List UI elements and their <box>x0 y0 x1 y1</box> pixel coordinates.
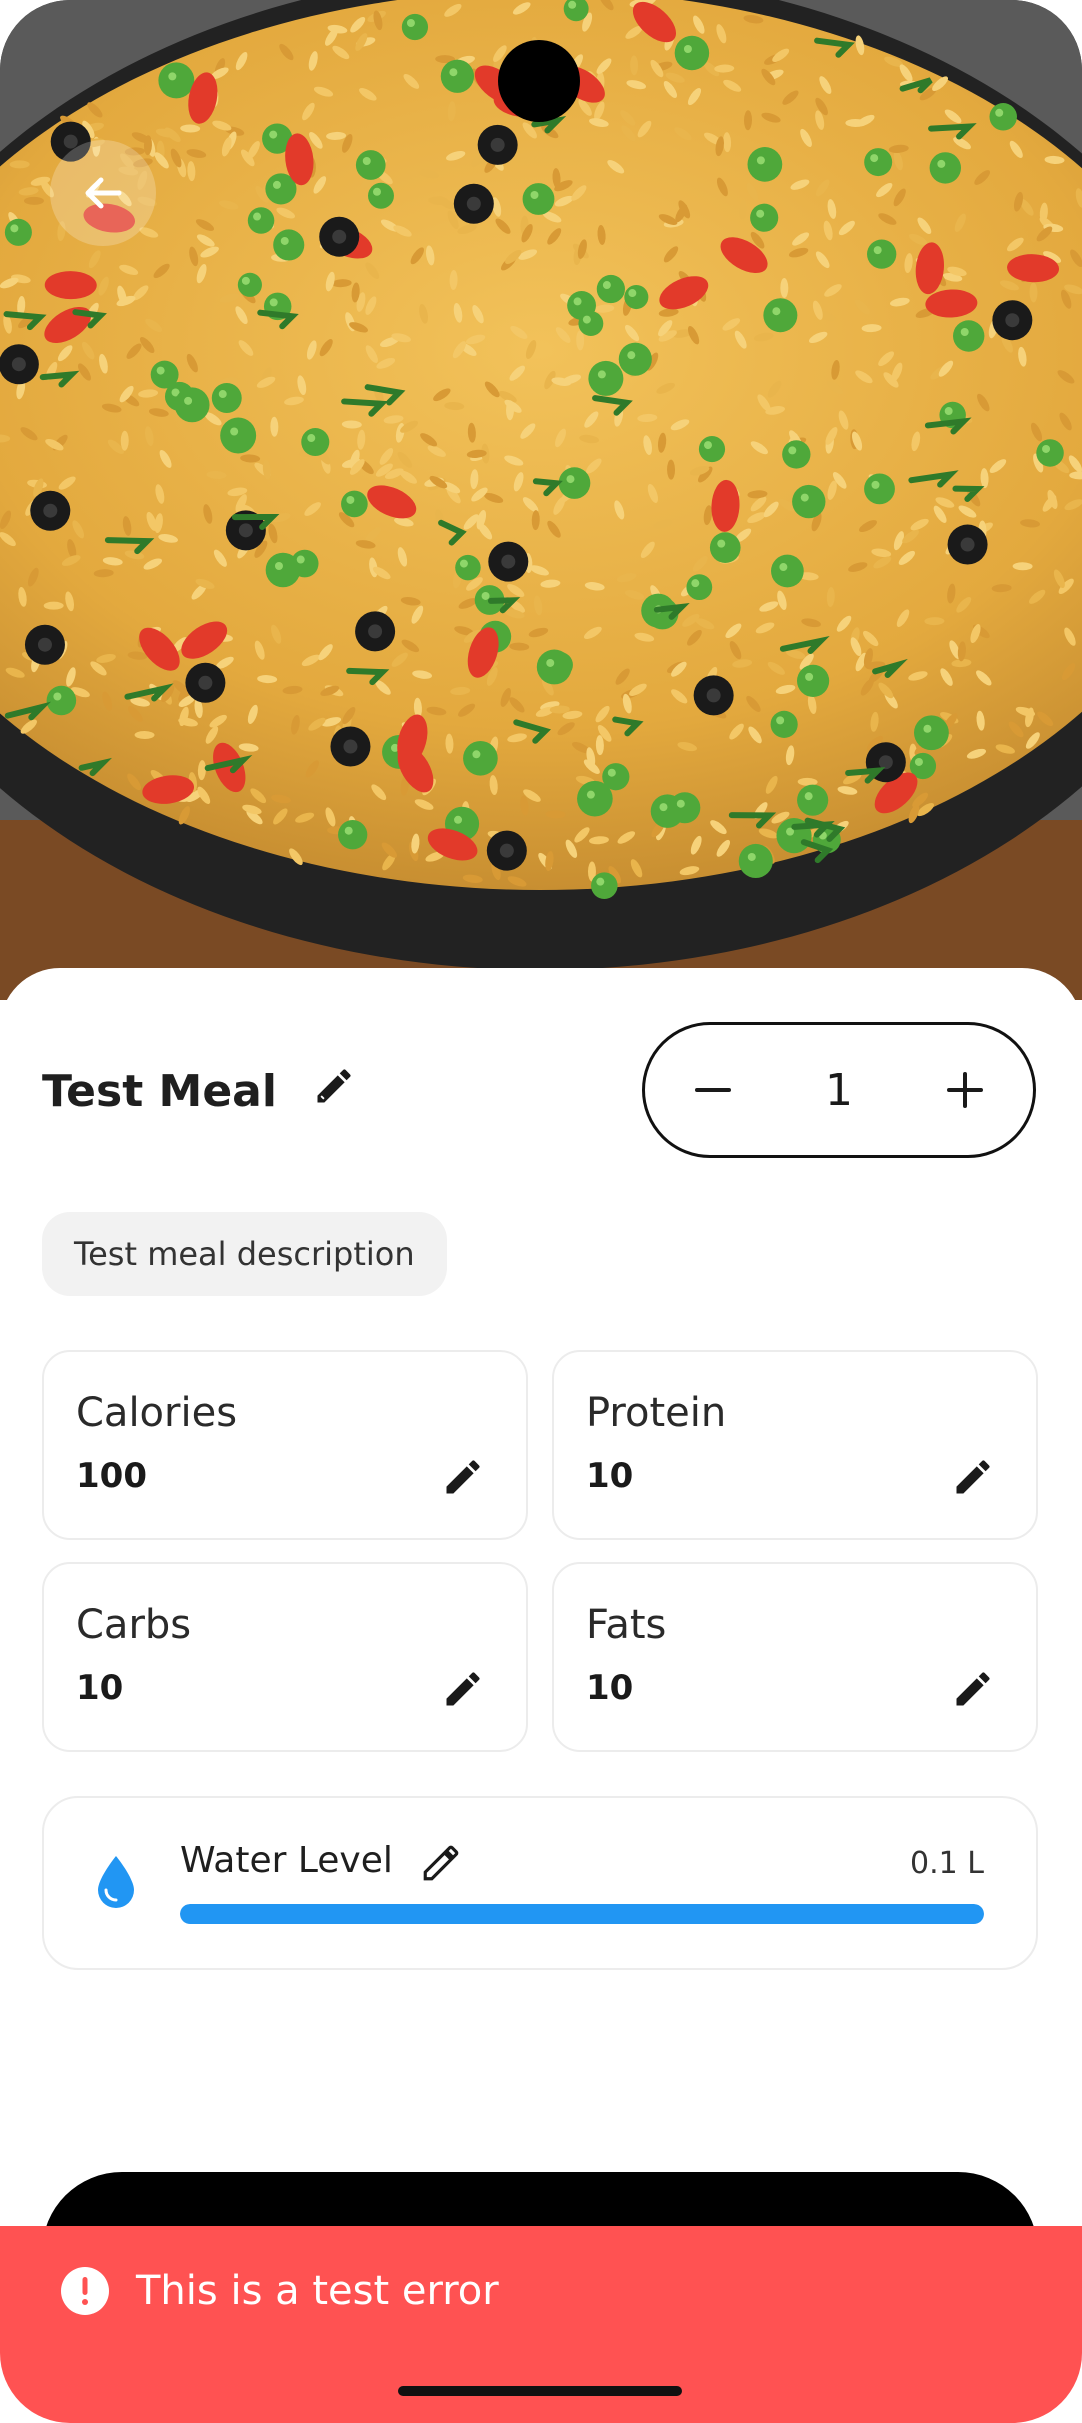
plus-icon <box>947 1072 983 1108</box>
exclamation-circle-icon <box>61 2267 109 2315</box>
edit-fats-button[interactable] <box>948 1664 998 1714</box>
nutrient-value: 10 <box>76 1668 124 1708</box>
water-progress-fill <box>180 1904 984 1924</box>
edit-carbs-button[interactable] <box>438 1664 488 1714</box>
carbs-card: Carbs 10 <box>42 1562 528 1752</box>
calories-card: Calories 100 <box>42 1350 528 1540</box>
increase-quantity-button[interactable] <box>937 1062 993 1118</box>
water-level-card: Water Level 0.1 L <box>42 1796 1038 1970</box>
edit-title-button[interactable] <box>312 1064 356 1108</box>
pencil-icon <box>446 1672 480 1706</box>
minus-icon <box>695 1088 731 1092</box>
edit-water-button[interactable] <box>418 1840 464 1886</box>
arrow-left-icon <box>85 177 122 209</box>
fats-card: Fats 10 <box>552 1562 1038 1752</box>
pencil-icon <box>446 1460 480 1494</box>
pencil-icon <box>423 1845 459 1881</box>
quantity-stepper: 1 <box>642 1022 1036 1158</box>
nutrient-label: Fats <box>586 1602 667 1648</box>
edit-calories-button[interactable] <box>438 1452 488 1502</box>
nutrient-value: 10 <box>586 1456 634 1496</box>
meal-title: Test Meal <box>42 1065 277 1117</box>
decrease-quantity-button[interactable] <box>685 1062 741 1118</box>
front-camera <box>498 40 580 122</box>
pencil-icon <box>317 1069 351 1103</box>
quantity-value: 1 <box>825 1064 853 1116</box>
pencil-icon <box>956 1672 990 1706</box>
water-progress-bar <box>180 1904 984 1924</box>
meal-detail-screen: Test Meal 1 Test meal description Calori… <box>0 0 1082 2423</box>
meal-description: Test meal description <box>42 1212 447 1296</box>
nutrient-label: Calories <box>76 1390 238 1436</box>
error-message: This is a test error <box>136 2268 499 2314</box>
water-level-label: Water Level <box>180 1840 393 1881</box>
home-indicator[interactable] <box>398 2386 682 2396</box>
pencil-icon <box>956 1460 990 1494</box>
protein-card: Protein 10 <box>552 1350 1038 1540</box>
water-level-value: 0.1 L <box>910 1846 984 1881</box>
back-button[interactable] <box>50 140 156 246</box>
nutrient-label: Protein <box>586 1390 727 1436</box>
nutrient-label: Carbs <box>76 1602 192 1648</box>
nutrient-value: 100 <box>76 1456 147 1496</box>
water-drop-icon <box>98 1856 134 1908</box>
meal-image <box>0 0 1082 1000</box>
edit-protein-button[interactable] <box>948 1452 998 1502</box>
nutrient-value: 10 <box>586 1668 634 1708</box>
